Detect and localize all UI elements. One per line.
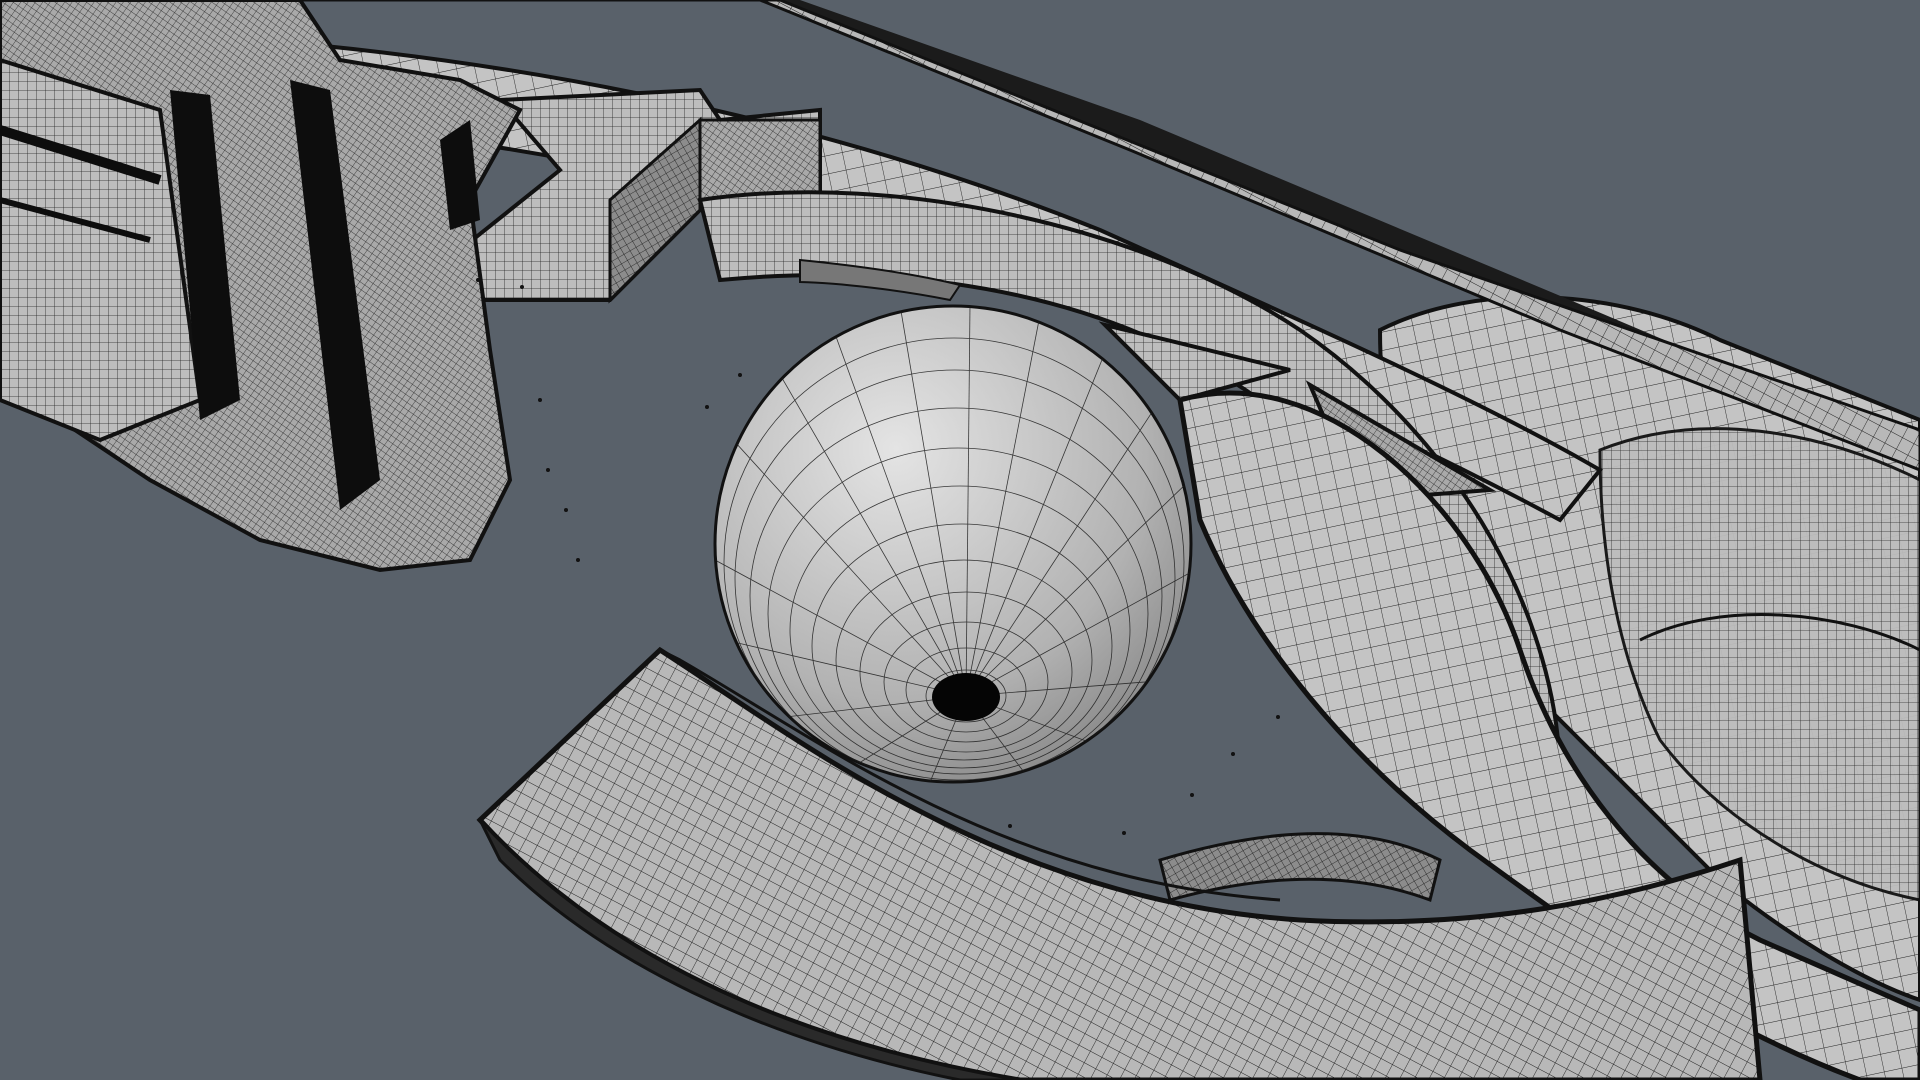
wireframe-scene xyxy=(0,0,1920,1080)
eyeball-sphere[interactable] xyxy=(713,304,1195,786)
pupil-pole xyxy=(932,673,1000,721)
3d-viewport[interactable] xyxy=(0,0,1920,1080)
left-segmented-cuff[interactable] xyxy=(0,0,523,573)
